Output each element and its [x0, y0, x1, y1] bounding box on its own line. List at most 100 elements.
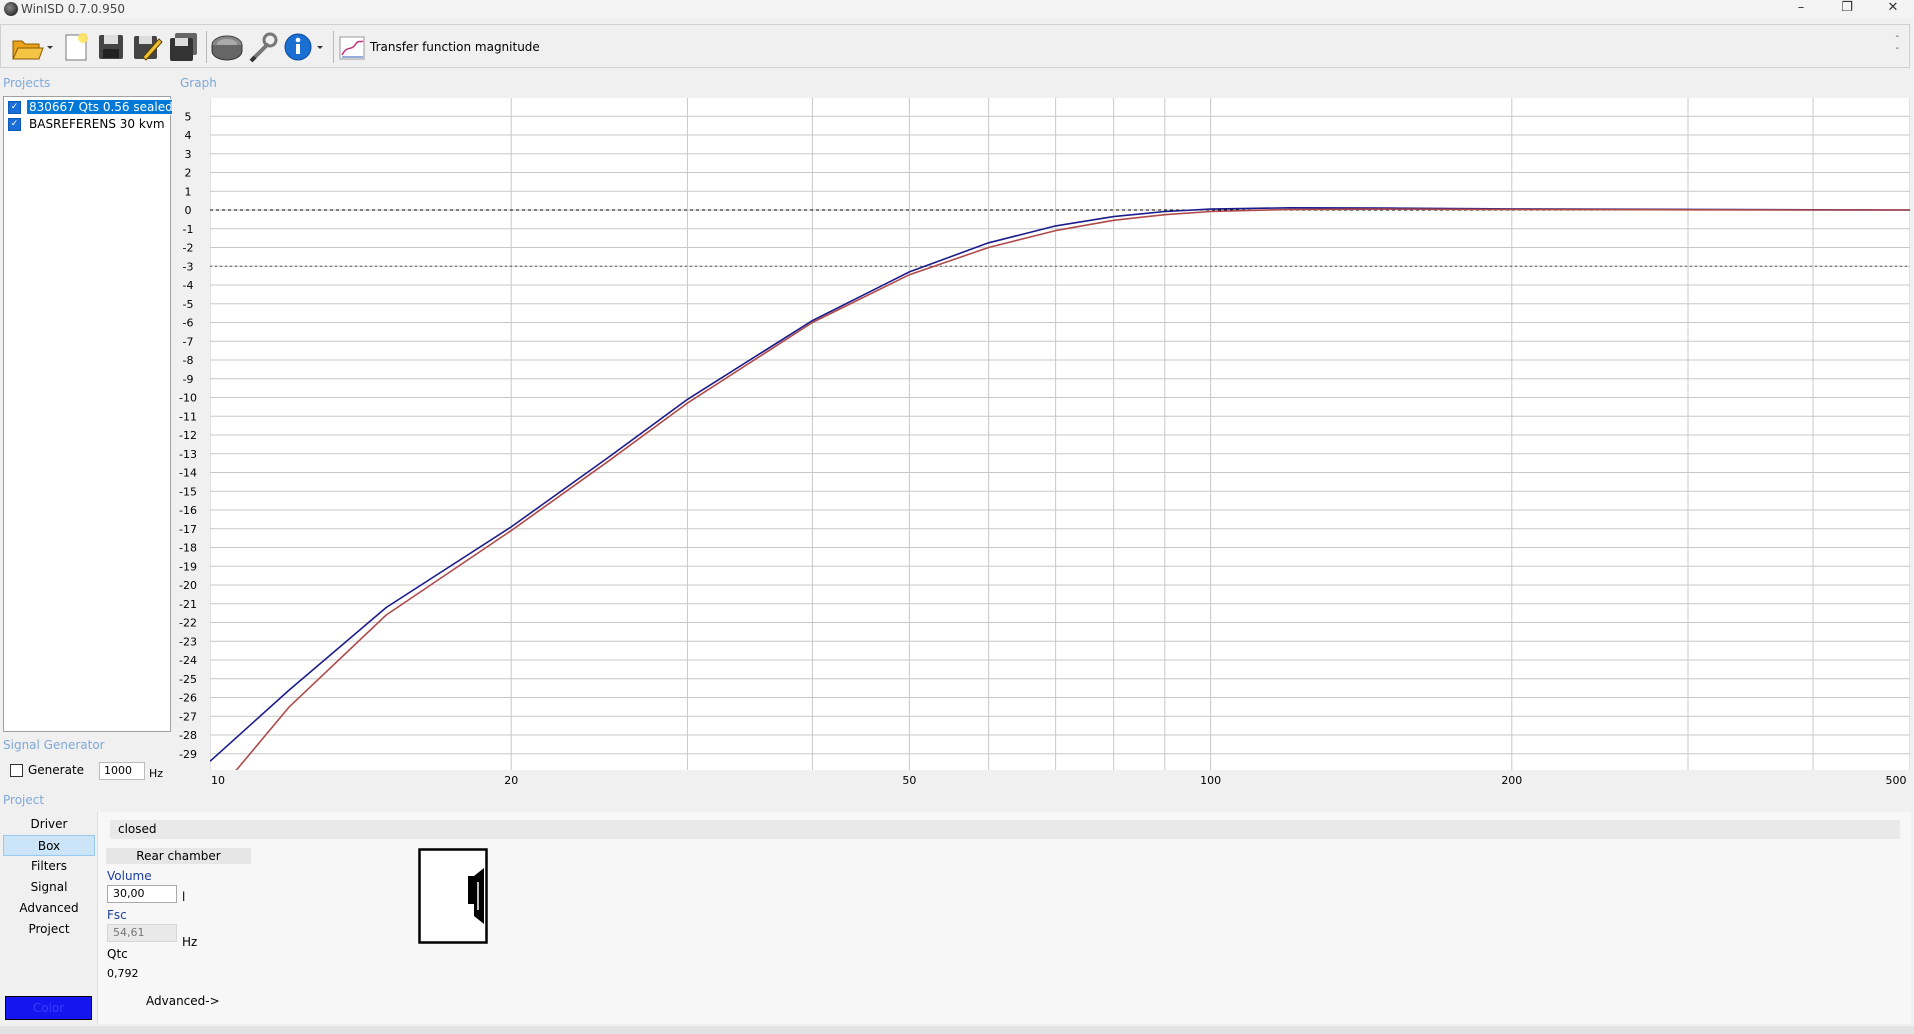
floppy-disk-icon[interactable] [95, 31, 127, 63]
chart-y-tick-label: -22 [179, 617, 197, 630]
chart-y-tick-label: 5 [185, 110, 192, 123]
graph-icon[interactable] [338, 31, 366, 63]
volume-label: Volume [107, 869, 152, 883]
chart-x-tick-label: 50 [902, 774, 916, 787]
project-name[interactable]: 830667 Qts 0.56 sealed 30 lit [26, 99, 173, 115]
project-name[interactable]: BASREFERENS 30 kvm [27, 117, 167, 131]
frequency-input[interactable]: 1000 [99, 762, 145, 780]
volume-unit: l [182, 890, 186, 904]
project-item[interactable]: ✓ BASREFERENS 30 kvm [8, 116, 167, 132]
chart-y-tick-label: -12 [179, 429, 197, 442]
chart-y-tick-label: -5 [183, 298, 194, 311]
chart-y-tick-label: -28 [179, 729, 197, 742]
project-section-label: Project [3, 793, 45, 807]
toolbar-separator [333, 31, 334, 63]
chart-y-tick-label: -4 [183, 279, 194, 292]
chart-y-tick-label: -10 [179, 392, 197, 405]
generate-checkbox[interactable] [10, 763, 23, 777]
chart-y-tick-label: -16 [179, 504, 197, 517]
chart-y-tick-label: -15 [179, 485, 197, 498]
fsc-unit: Hz [182, 935, 198, 949]
chart-y-tick-label: -23 [179, 635, 197, 648]
status-bar [0, 1026, 1914, 1034]
generate-label: Generate [28, 763, 85, 777]
chart-y-tick-label: 1 [185, 185, 192, 198]
chart-y-tick-label: -25 [179, 673, 197, 686]
rear-chamber-header: Rear chamber [106, 848, 251, 864]
frequency-unit: Hz [149, 767, 164, 780]
toolbar: Transfer function magnitude -- [0, 24, 1910, 68]
box-type-select[interactable]: closed [110, 820, 1900, 839]
qtc-value: 0,792 [107, 967, 139, 980]
new-document-icon[interactable] [61, 31, 91, 63]
project-tab-list: Driver Box Filters Signal Advanced Proje… [3, 814, 95, 940]
project-checkbox[interactable]: ✓ [8, 100, 21, 114]
generate-toggle[interactable]: Generate [10, 763, 84, 777]
chart-y-tick-label: -2 [183, 242, 194, 255]
chart-y-tick-label: 2 [185, 167, 192, 180]
title-bar: WinISD 0.7.0.950 – ❐ ✕ [0, 0, 1914, 18]
tab-filters[interactable]: Filters [3, 856, 95, 877]
chart-y-tick-label: 4 [185, 129, 192, 142]
volume-input[interactable]: 30,00 [107, 885, 177, 903]
fsc-input: 54,61 [107, 924, 177, 942]
toolbar-separator [206, 31, 207, 63]
color-button[interactable]: Color [5, 996, 92, 1020]
chart-y-tick-label: -27 [179, 710, 197, 723]
toolbar-overflow[interactable]: -- [1895, 31, 1899, 55]
chart-y-tick-label: -21 [179, 598, 197, 611]
tab-driver[interactable]: Driver [3, 814, 95, 835]
floppy-multiple-icon[interactable] [167, 31, 201, 63]
maximize-button[interactable]: ❐ [1824, 0, 1870, 18]
chart-y-tick-label: -9 [183, 373, 194, 386]
chart-y-tick-label: -26 [179, 692, 197, 705]
chart-y-axis: 5 4 3 2 1 0 -1 -2 -3 -4 -5 -6 -7 -8 -9 -10 -11 -12 -13 -14 -… [179, 110, 197, 761]
app-icon [4, 2, 18, 16]
chart-y-tick-label: -11 [179, 410, 197, 423]
wrench-icon[interactable] [247, 31, 279, 63]
chart-y-tick-label: -14 [179, 467, 197, 480]
graph-type-label[interactable]: Transfer function magnitude [370, 40, 540, 54]
project-item[interactable]: ✓ 830667 Qts 0.56 sealed 30 lit [8, 99, 173, 115]
minimize-button[interactable]: – [1778, 0, 1824, 18]
chart-x-tick-label: 200 [1501, 774, 1522, 787]
chart-y-tick-label: -17 [179, 523, 197, 536]
transfer-function-chart[interactable] [210, 98, 1910, 770]
box-panel: closed Rear chamber Volume 30,00 l Fsc 5… [97, 812, 1911, 1024]
info-icon[interactable] [283, 31, 327, 63]
chart-y-tick-label: -24 [179, 654, 197, 667]
qtc-label: Qtc [107, 947, 128, 961]
tab-project[interactable]: Project [3, 919, 95, 940]
tab-signal[interactable]: Signal [3, 877, 95, 898]
chart-x-tick-label: 10 [211, 774, 225, 787]
chart-y-tick-label: -3 [183, 260, 194, 273]
chart-y-tick-label: -13 [179, 448, 197, 461]
chart-y-tick-label: -6 [183, 317, 194, 330]
graph-section-label: Graph [180, 76, 217, 90]
chart-y-tick-label: -1 [183, 223, 194, 236]
floppy-pencil-icon[interactable] [131, 31, 163, 63]
folder-open-icon[interactable] [9, 31, 55, 63]
chart-x-tick-label: 100 [1200, 774, 1221, 787]
chart-y-tick-label: -18 [179, 542, 197, 555]
window-title: WinISD 0.7.0.950 [21, 2, 126, 16]
chart-y-tick-label: -20 [179, 579, 197, 592]
signal-generator-section-label: Signal Generator [3, 738, 105, 752]
chart-x-tick-label: 500 [1886, 774, 1907, 787]
chart-y-tick-label: -8 [183, 354, 194, 367]
close-button[interactable]: ✕ [1870, 0, 1914, 18]
projects-section-label: Projects [3, 76, 51, 90]
chart-plot-area [210, 98, 1910, 770]
chart-y-tick-label: -19 [179, 560, 197, 573]
chart-x-tick-label: 20 [504, 774, 518, 787]
chart-y-tick-label: -29 [179, 748, 197, 761]
project-checkbox[interactable]: ✓ [8, 117, 21, 131]
tab-advanced[interactable]: Advanced [3, 898, 95, 919]
tab-box[interactable]: Box [3, 835, 95, 856]
chart-x-axis: 10 20 50 100 200 500 [211, 774, 1907, 787]
speaker-driver-icon[interactable] [210, 31, 244, 63]
chart-y-tick-label: 3 [185, 148, 192, 161]
advanced-link[interactable]: Advanced-> [146, 994, 220, 1008]
projects-list: ✓ 830667 Qts 0.56 sealed 30 lit ✓ BASREF… [3, 96, 173, 732]
fsc-label: Fsc [107, 908, 127, 922]
